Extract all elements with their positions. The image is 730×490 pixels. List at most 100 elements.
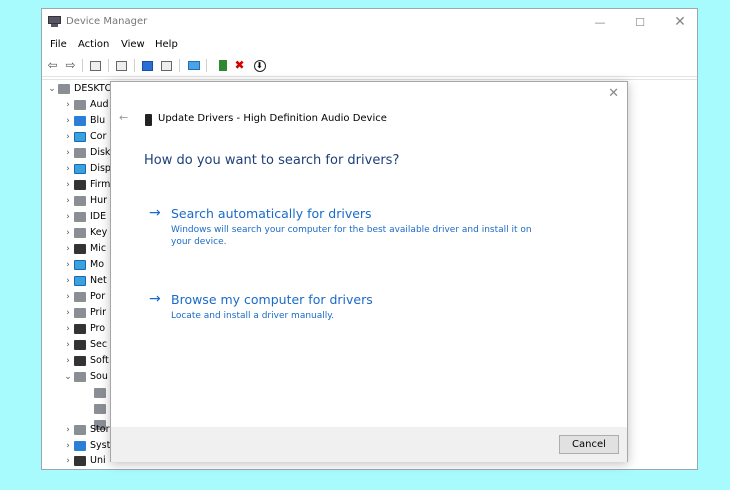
help-icon[interactable]: [140, 58, 155, 73]
dialog-question: How do you want to search for drivers?: [144, 153, 400, 168]
chevron-right-icon[interactable]: ›: [62, 241, 74, 257]
tree-item-label: Stor: [90, 424, 110, 435]
update-driver-icon[interactable]: [215, 58, 230, 73]
tree-item-label: Soft: [90, 355, 109, 366]
chevron-right-icon[interactable]: ›: [62, 321, 74, 337]
chevron-right-icon[interactable]: ›: [62, 113, 74, 129]
chevron-right-icon[interactable]: ›: [62, 289, 74, 305]
tree-item-software[interactable]: › Soft: [62, 353, 109, 369]
system-device-icon: [74, 440, 86, 451]
ide-controller-icon: [74, 211, 86, 222]
back-icon[interactable]: ⇦: [45, 58, 60, 73]
minimize-button[interactable]: —: [582, 9, 618, 36]
keyboard-hid-icon: [74, 195, 86, 206]
dialog-title: Update Drivers - High Definition Audio D…: [158, 113, 387, 124]
tree-item-disk[interactable]: › Disk: [62, 145, 110, 161]
tree-item-label: Uni: [90, 455, 106, 466]
chevron-right-icon[interactable]: ›: [62, 438, 74, 454]
network-adapter-icon: [74, 275, 86, 286]
option-description: Windows will search your computer for th…: [171, 225, 532, 247]
maximize-button[interactable]: ☐: [622, 9, 658, 36]
scan-hardware-icon[interactable]: [186, 58, 201, 73]
keyboard-icon: [74, 227, 86, 238]
option-description: Locate and install a driver manually.: [171, 311, 335, 321]
chevron-right-icon[interactable]: ›: [62, 422, 74, 438]
tree-item-display[interactable]: › Disp: [62, 161, 111, 177]
chevron-right-icon[interactable]: ›: [62, 177, 74, 193]
chevron-right-icon[interactable]: ›: [62, 97, 74, 113]
close-icon[interactable]: ✕: [608, 86, 619, 101]
tree-item-mice[interactable]: › Mic: [62, 241, 106, 257]
tree-item-storage[interactable]: › Stor: [62, 422, 109, 438]
tree-item-audio[interactable]: › Aud: [62, 97, 109, 113]
show-hidden-icon[interactable]: [114, 58, 129, 73]
tree-item-printers[interactable]: › Prir: [62, 305, 106, 321]
menu-file[interactable]: File: [50, 39, 67, 50]
tree-item-bluetooth[interactable]: › Blu: [62, 113, 105, 129]
tree-child-device[interactable]: [94, 385, 110, 401]
forward-icon[interactable]: ⇨: [63, 58, 78, 73]
usb-controller-icon: [74, 455, 86, 466]
chevron-right-icon[interactable]: ›: [62, 337, 74, 353]
menu-action[interactable]: Action: [78, 39, 109, 50]
chevron-right-icon[interactable]: ›: [62, 273, 74, 289]
tree-item-usb[interactable]: › Uni: [62, 453, 106, 469]
tree-item-label: Aud: [90, 99, 109, 110]
chevron-right-icon[interactable]: ›: [62, 129, 74, 145]
device-manager-icon: [48, 16, 61, 28]
chevron-down-icon[interactable]: ⌄: [46, 81, 58, 97]
tree-item-computer[interactable]: › Cor: [62, 129, 106, 145]
speaker-icon: [94, 403, 106, 414]
tree-item-label: Prir: [90, 307, 107, 318]
monitor-icon: [74, 131, 86, 142]
tree-item-label: Blu: [90, 115, 106, 126]
uninstall-device-icon[interactable]: ✖: [232, 58, 247, 73]
speaker-icon: [94, 387, 106, 398]
tree-item-label: Firm: [90, 179, 111, 190]
tree-root[interactable]: ⌄ DESKTO: [46, 81, 112, 97]
tree-item-system[interactable]: › Syst: [62, 438, 110, 454]
chevron-right-icon[interactable]: ›: [62, 145, 74, 161]
download-icon[interactable]: ⬇: [252, 58, 267, 73]
close-window-button[interactable]: ✕: [662, 9, 698, 36]
tree-item-security[interactable]: › Sec: [62, 337, 107, 353]
chevron-right-icon[interactable]: ›: [62, 353, 74, 369]
software-device-icon: [74, 355, 86, 366]
option-title[interactable]: Search automatically for drivers: [171, 206, 372, 221]
tree-item-network[interactable]: › Net: [62, 273, 107, 289]
tree-item-ide[interactable]: › IDE: [62, 209, 106, 225]
tree-item-ports[interactable]: › Por: [62, 289, 105, 305]
right-arrow-icon: →: [149, 205, 161, 221]
tree-item-keyboards[interactable]: › Key: [62, 225, 107, 241]
tree-item-firmware[interactable]: › Firm: [62, 177, 110, 193]
printer-icon: [74, 307, 86, 318]
tree-item-monitors[interactable]: › Mo: [62, 257, 104, 273]
menu-help[interactable]: Help: [155, 39, 178, 50]
mouse-icon: [74, 243, 86, 254]
chevron-right-icon[interactable]: ›: [62, 257, 74, 273]
chevron-right-icon[interactable]: ›: [62, 453, 74, 469]
chevron-right-icon[interactable]: ›: [62, 225, 74, 241]
tree-item-processors[interactable]: › Pro: [62, 321, 105, 337]
tree-item-sound[interactable]: ⌄ Sou: [62, 369, 108, 385]
view-resources-icon[interactable]: [159, 58, 174, 73]
chevron-down-icon[interactable]: ⌄: [62, 369, 74, 385]
option-title[interactable]: Browse my computer for drivers: [171, 292, 373, 307]
tree-item-label: Mo: [90, 259, 105, 270]
cancel-button[interactable]: Cancel: [559, 435, 619, 454]
bluetooth-icon: [74, 115, 86, 126]
chevron-right-icon[interactable]: ›: [62, 209, 74, 225]
display-adapter-icon: [74, 163, 86, 174]
tree-root-label: DESKTO: [74, 83, 113, 94]
tree-item-label: Sec: [90, 339, 108, 350]
chevron-right-icon[interactable]: ›: [62, 305, 74, 321]
back-arrow-icon[interactable]: ←: [119, 111, 128, 124]
chevron-right-icon[interactable]: ›: [62, 161, 74, 177]
tree-child-device[interactable]: [94, 401, 110, 417]
chevron-right-icon[interactable]: ›: [62, 193, 74, 209]
port-icon: [74, 291, 86, 302]
tree-item-label: Pro: [90, 323, 106, 334]
menu-view[interactable]: View: [121, 39, 145, 50]
properties-icon[interactable]: [88, 58, 103, 73]
tree-item-hid[interactable]: › Hur: [62, 193, 107, 209]
